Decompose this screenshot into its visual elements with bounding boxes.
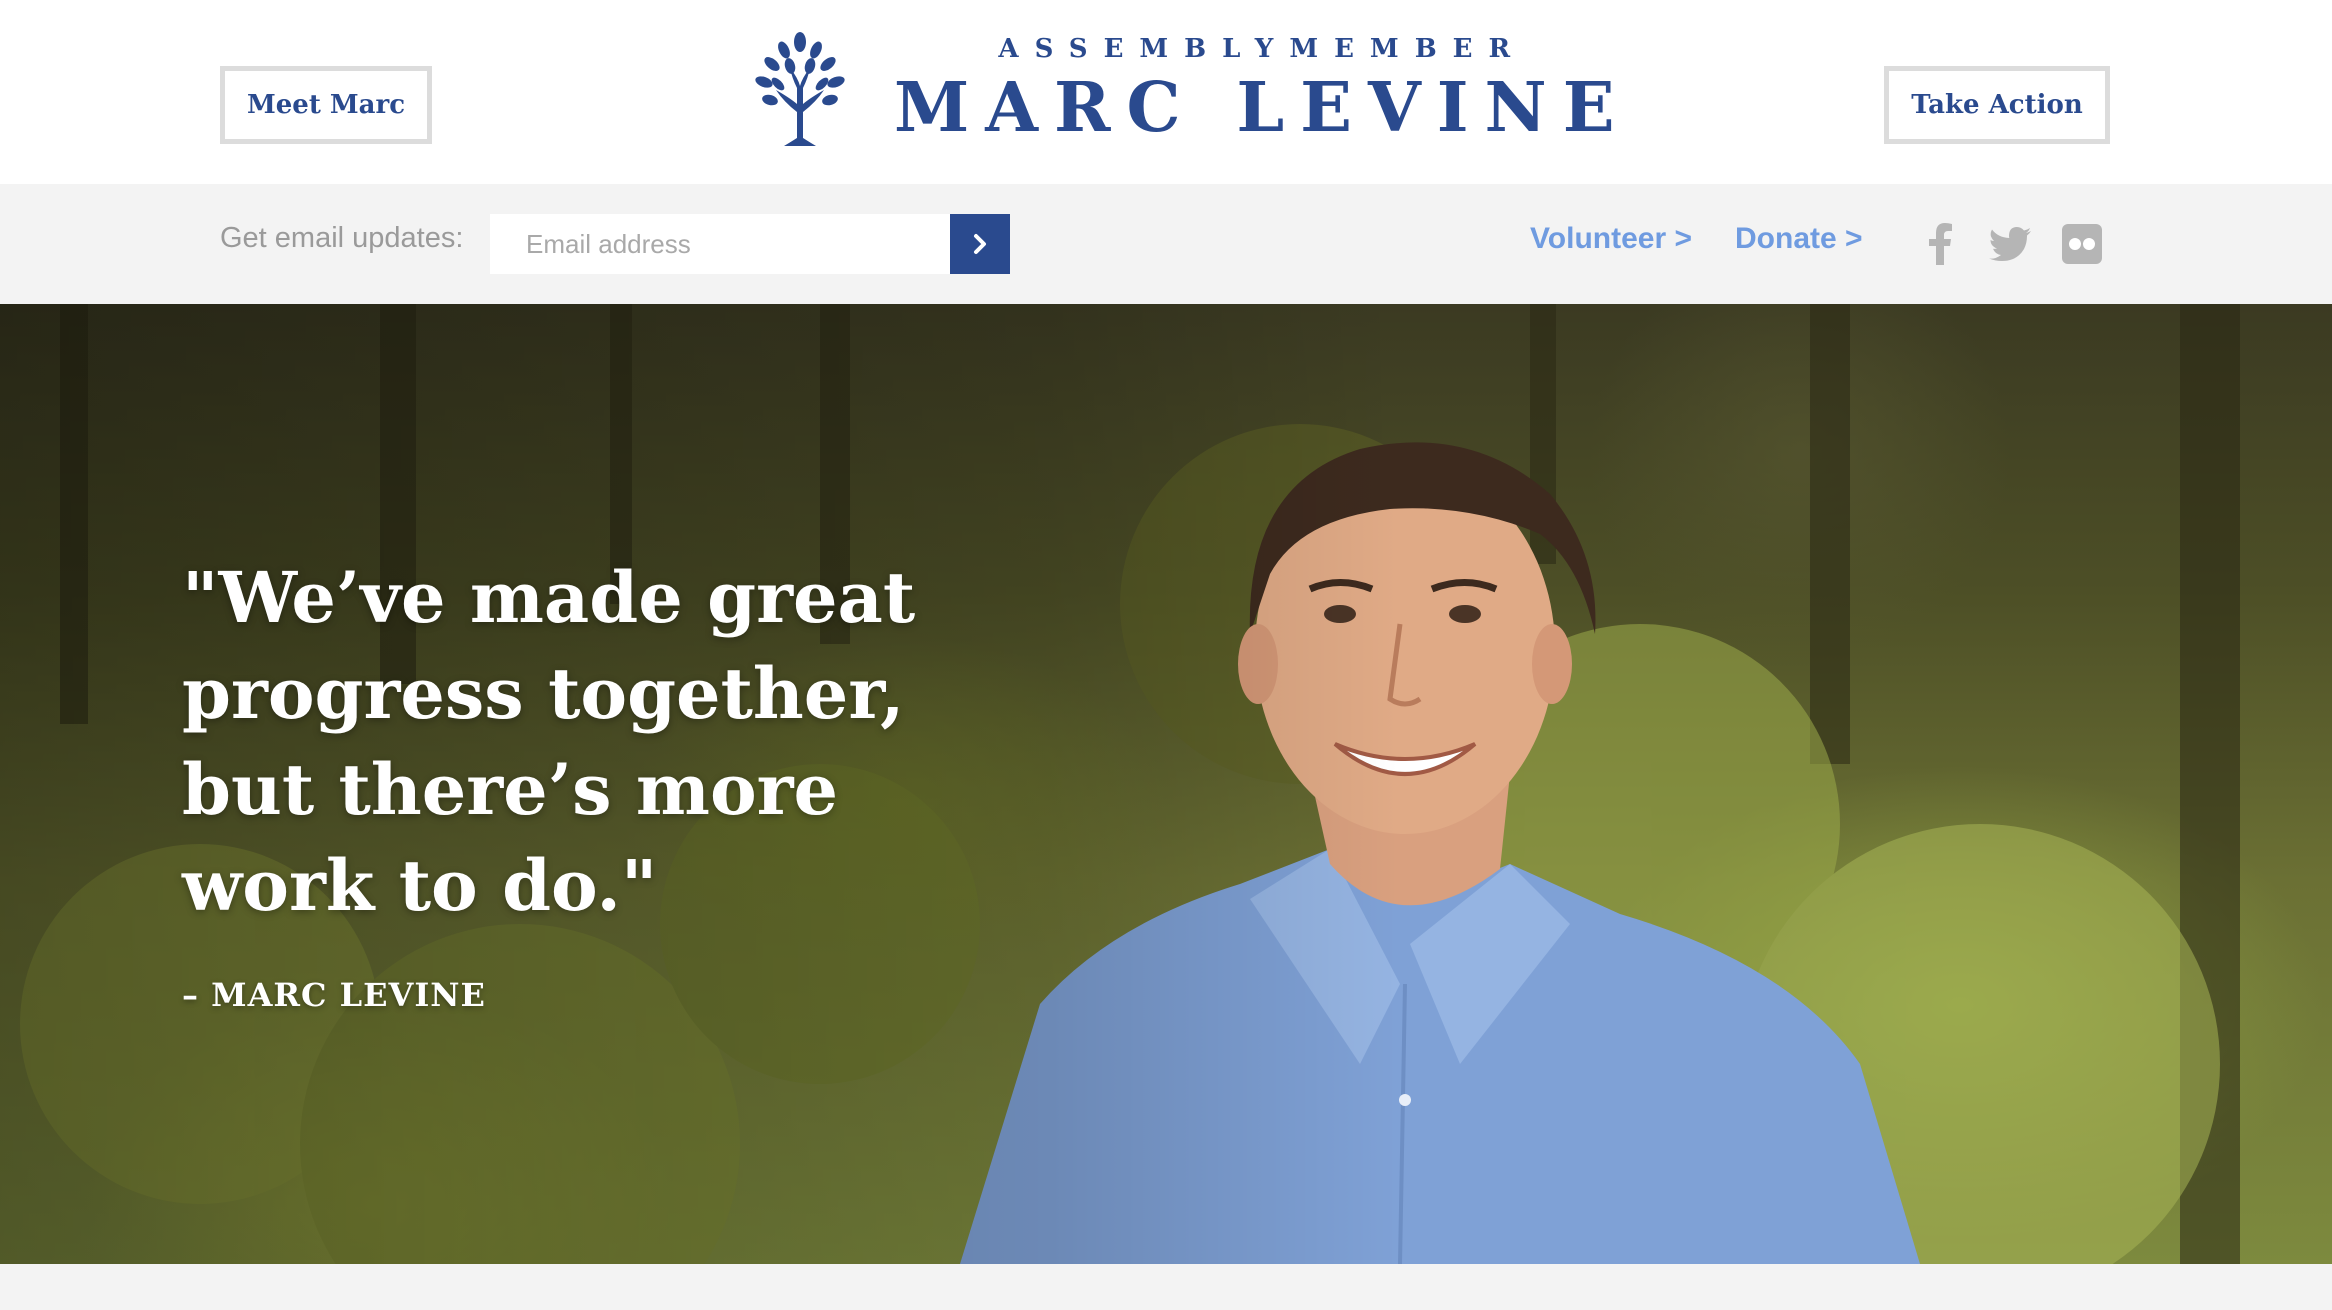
twitter-icon <box>1989 227 2031 261</box>
utility-bar: Get email updates: Volunteer > Donate > <box>0 184 2332 304</box>
meet-marc-button[interactable]: Meet Marc <box>220 66 432 144</box>
hero-quote: "We’ve made great progress together, but… <box>182 556 916 927</box>
email-signup-label: Get email updates: <box>220 222 464 254</box>
email-submit-button[interactable] <box>950 214 1010 274</box>
logo-title: MARC LEVINE <box>894 68 1631 148</box>
bottom-strip <box>0 1264 2332 1310</box>
hero-banner: "We’ve made great progress together, but… <box>0 304 2332 1264</box>
twitter-link[interactable] <box>1988 222 2032 266</box>
flickr-link[interactable] <box>2060 222 2104 266</box>
site-logo[interactable]: ASSEMBLYMEMBER MARC LEVINE <box>754 32 1615 148</box>
donate-link[interactable]: Donate > <box>1735 222 1863 256</box>
facebook-icon <box>1929 223 1952 265</box>
take-action-button[interactable]: Take Action <box>1884 66 2110 144</box>
logo-subtitle: ASSEMBLYMEMBER <box>998 34 1527 64</box>
chevron-right-icon <box>974 234 986 254</box>
tree-icon <box>755 32 845 146</box>
facebook-link[interactable] <box>1918 222 1962 266</box>
site-header: Meet Marc ASSEMBLYMEMBER MARC LEVINE Tak… <box>0 0 2332 184</box>
email-input[interactable] <box>490 214 950 274</box>
hero-attribution: – MARC LEVINE <box>182 976 486 1014</box>
volunteer-link[interactable]: Volunteer > <box>1530 222 1692 256</box>
flickr-icon <box>2062 224 2102 264</box>
